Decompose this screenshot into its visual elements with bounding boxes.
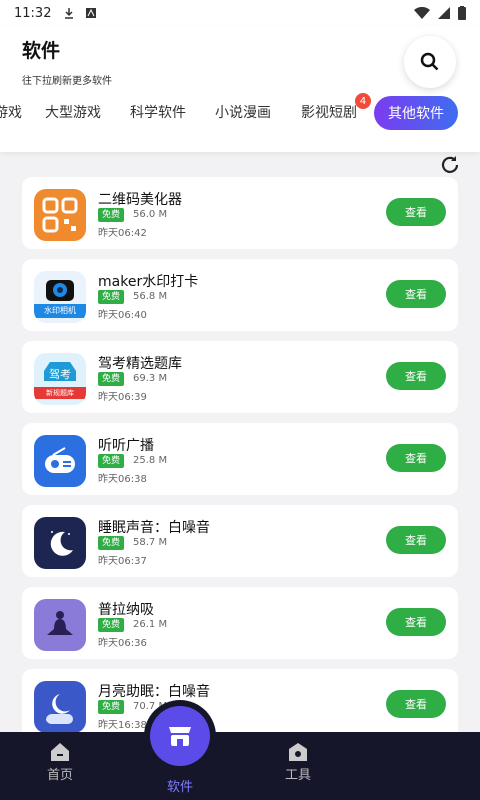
list-item[interactable]: 二维码美化器 免费 56.0 M 昨天06:42 查看 [22, 177, 458, 249]
view-button[interactable]: 查看 [386, 280, 446, 308]
app-name: 驾考精选题库 [98, 356, 182, 372]
watermark-camera-app-icon: 水印相机 [34, 271, 86, 323]
tab-large-games[interactable]: 大型游戏 [45, 102, 101, 122]
app-size: 56.0 M [133, 209, 168, 220]
app-size: 26.1 M [133, 619, 168, 630]
battery-icon [458, 6, 466, 20]
tab-novels-comics[interactable]: 小说漫画 [215, 102, 271, 122]
free-badge: 免费 [98, 372, 125, 386]
notification-icon [86, 8, 97, 18]
app-time: 昨天16:38 [98, 720, 147, 731]
page-subtitle: 往下拉刷新更多软件 [22, 76, 112, 87]
app-name: 二维码美化器 [98, 192, 182, 208]
refresh-icon[interactable] [440, 155, 460, 175]
bottom-nav: 首页 工具 [0, 732, 480, 800]
app-icon-label: 水印相机 [34, 304, 86, 318]
app-time: 昨天06:40 [98, 310, 147, 321]
toolbox-icon [289, 743, 307, 761]
app-time: 昨天06:39 [98, 392, 147, 403]
home-icon [51, 743, 69, 761]
tab-science-software[interactable]: 科学软件 [130, 102, 186, 122]
app-size: 58.7 M [133, 537, 168, 548]
list-item[interactable]: 睡眠声音：白噪音 免费 58.7 M 昨天06:37 查看 [22, 505, 458, 577]
header: 软件 往下拉刷新更多软件 游戏 大型游戏 科学软件 小说漫画 影视短剧 4 其他… [0, 26, 480, 152]
app-time: 昨天06:36 [98, 638, 147, 649]
search-icon [420, 52, 439, 71]
free-badge: 免费 [98, 208, 125, 222]
free-badge: 免费 [98, 618, 125, 632]
qr-code-app-icon [34, 189, 86, 241]
page-title: 软件 [22, 40, 61, 62]
app-name: 睡眠声音：白噪音 [98, 520, 210, 536]
store-icon [169, 727, 191, 746]
list-item[interactable]: 普拉纳吸 免费 26.1 M 昨天06:36 查看 [22, 587, 458, 659]
status-bar: 11:32 [0, 0, 480, 26]
nav-tools-label: 工具 [284, 768, 311, 783]
list-item[interactable]: 驾考 新规题库 驾考精选题库 免费 69.3 M 昨天06:39 查看 [22, 341, 458, 413]
wifi-icon [414, 7, 430, 19]
app-time: 昨天06:38 [98, 474, 147, 485]
free-badge: 免费 [98, 536, 125, 550]
meditation-app-icon [34, 599, 86, 651]
nav-home[interactable]: 首页 [30, 742, 90, 783]
download-icon [65, 8, 74, 19]
app-name: maker水印打卡 [98, 274, 199, 290]
app-size: 56.8 M [133, 291, 168, 302]
app-time: 昨天06:37 [98, 556, 147, 567]
app-name: 听听广播 [98, 438, 154, 454]
nav-tools[interactable]: 工具 [268, 742, 328, 783]
app-size: 25.8 M [133, 455, 168, 466]
view-button[interactable]: 查看 [386, 690, 446, 718]
tab-badge: 4 [355, 93, 371, 109]
app-size: 69.3 M [133, 373, 168, 384]
moon-sleep-app-icon [34, 517, 86, 569]
svg-text:驾考: 驾考 [49, 368, 71, 381]
tab-video-dramas[interactable]: 影视短剧 [301, 102, 357, 122]
search-button[interactable] [404, 36, 456, 88]
view-button[interactable]: 查看 [386, 526, 446, 554]
app-time: 昨天06:42 [98, 228, 147, 239]
status-time: 11:32 [14, 5, 52, 21]
app-name: 普拉纳吸 [98, 602, 154, 618]
app-icon-label: 新规题库 [34, 387, 86, 399]
app-name: 月亮助眠：白噪音 [98, 684, 210, 700]
list-item[interactable]: 水印相机 maker水印打卡 免费 56.8 M 昨天06:40 查看 [22, 259, 458, 331]
nav-software-label: 软件 [166, 780, 193, 795]
view-button[interactable]: 查看 [386, 198, 446, 226]
tab-games[interactable]: 游戏 [0, 102, 22, 122]
category-tabs: 游戏 大型游戏 科学软件 小说漫画 影视短剧 4 其他软件 [0, 93, 480, 132]
signal-icon [438, 7, 450, 19]
nav-software-button[interactable] [150, 706, 210, 766]
list-item[interactable]: 听听广播 免费 25.8 M 昨天06:38 查看 [22, 423, 458, 495]
moon-cloud-app-icon [34, 681, 86, 733]
nav-home-label: 首页 [46, 768, 73, 783]
free-badge: 免费 [98, 700, 125, 714]
free-badge: 免费 [98, 290, 125, 304]
view-button[interactable]: 查看 [386, 444, 446, 472]
tab-other-software[interactable]: 其他软件 [374, 96, 458, 130]
free-badge: 免费 [98, 454, 125, 468]
view-button[interactable]: 查看 [386, 362, 446, 390]
radio-app-icon [34, 435, 86, 487]
driving-exam-app-icon: 驾考 新规题库 [34, 353, 86, 405]
list-item[interactable]: 月亮助眠：白噪音 免费 70.7 M 昨天16:38 查看 [22, 669, 458, 741]
view-button[interactable]: 查看 [386, 608, 446, 636]
